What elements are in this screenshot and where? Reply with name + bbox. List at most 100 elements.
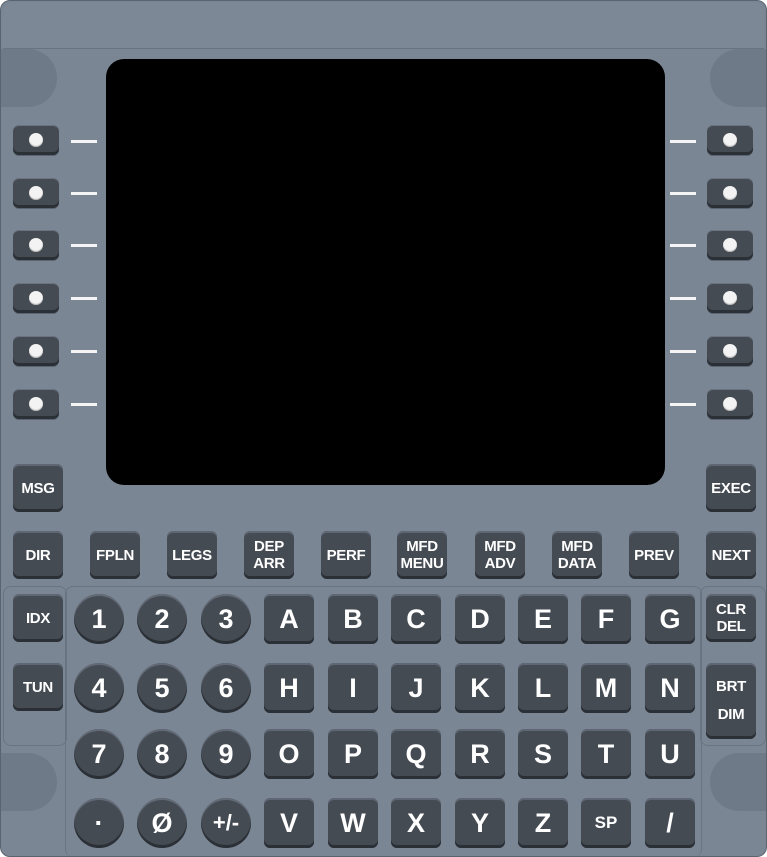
key-plus-minus[interactable]: +/- (201, 798, 251, 848)
fpln-key[interactable]: FPLN (90, 531, 140, 579)
lsk-right-5-tick (670, 350, 696, 353)
fmc-bezel: MSG EXEC DIR FPLN LEGS DEP ARR PERF MFD ME… (0, 0, 767, 857)
dir-key-label: DIR (25, 546, 51, 564)
lsk-left-1-tick (71, 140, 97, 143)
key-l[interactable]: L (518, 663, 568, 713)
lsk-left-2[interactable] (13, 178, 59, 208)
key-u[interactable]: U (645, 729, 695, 779)
lsk-right-4[interactable] (707, 283, 753, 313)
clr-del-key-label-line2: DEL (716, 618, 746, 635)
lsk-right-1[interactable] (707, 125, 753, 155)
bezel-corner-bottom-right (710, 753, 766, 811)
key-g[interactable]: G (645, 594, 695, 644)
brt-dim-key-label-line1: BRT (716, 678, 746, 695)
lsk-dot-icon (723, 133, 737, 147)
key-3[interactable]: 3 (201, 594, 251, 644)
lsk-dot-icon (29, 186, 43, 200)
lsk-right-3[interactable] (707, 230, 753, 260)
exec-key[interactable]: EXEC (706, 464, 756, 512)
lsk-left-3-tick (71, 244, 97, 247)
mfd-menu-key-label-line2: MENU (400, 555, 444, 572)
msg-key-label: MSG (21, 479, 55, 497)
key-r[interactable]: R (455, 729, 505, 779)
fpln-key-label: FPLN (96, 546, 134, 564)
msg-key[interactable]: MSG (13, 464, 63, 512)
bezel-corner-top-left (1, 49, 57, 107)
key-k[interactable]: K (455, 663, 505, 713)
key-decimal[interactable]: · (74, 798, 124, 848)
cdu-display-screen (106, 59, 665, 485)
key-zero[interactable]: Ø (137, 798, 187, 848)
key-n[interactable]: N (645, 663, 695, 713)
dep-arr-key[interactable]: DEP ARR (244, 531, 294, 579)
key-z[interactable]: Z (518, 798, 568, 848)
key-4[interactable]: 4 (74, 663, 124, 713)
lsk-right-1-tick (670, 140, 696, 143)
key-5[interactable]: 5 (137, 663, 187, 713)
tun-key-label: TUN (23, 678, 53, 696)
key-w[interactable]: W (328, 798, 378, 848)
key-c[interactable]: C (391, 594, 441, 644)
key-p[interactable]: P (328, 729, 378, 779)
lsk-dot-icon (29, 344, 43, 358)
key-v[interactable]: V (264, 798, 314, 848)
lsk-dot-icon (723, 291, 737, 305)
lsk-dot-icon (723, 186, 737, 200)
key-7[interactable]: 7 (74, 729, 124, 779)
key-x[interactable]: X (391, 798, 441, 848)
clr-del-key[interactable]: CLR DEL (706, 594, 756, 642)
key-j[interactable]: J (391, 663, 441, 713)
dir-key[interactable]: DIR (13, 531, 63, 579)
key-q[interactable]: Q (391, 729, 441, 779)
mfd-menu-key[interactable]: MFD MENU (397, 531, 447, 579)
lsk-dot-icon (29, 133, 43, 147)
key-e[interactable]: E (518, 594, 568, 644)
mfd-data-key[interactable]: MFD DATA (552, 531, 602, 579)
key-o[interactable]: O (264, 729, 314, 779)
lsk-left-4-tick (71, 297, 97, 300)
key-f[interactable]: F (581, 594, 631, 644)
brt-dim-key[interactable]: BRT DIM (706, 663, 756, 739)
lsk-left-5-tick (71, 350, 97, 353)
lsk-left-6-tick (71, 403, 97, 406)
bezel-top-strip (3, 3, 764, 49)
key-space[interactable]: SP (581, 798, 631, 848)
mfd-adv-key-label-line2: ADV (484, 555, 516, 572)
lsk-left-3[interactable] (13, 230, 59, 260)
lsk-right-5[interactable] (707, 336, 753, 366)
key-slash[interactable]: / (645, 798, 695, 848)
key-6[interactable]: 6 (201, 663, 251, 713)
key-m[interactable]: M (581, 663, 631, 713)
key-b[interactable]: B (328, 594, 378, 644)
key-8[interactable]: 8 (137, 729, 187, 779)
key-h[interactable]: H (264, 663, 314, 713)
bezel-corner-bottom-left (1, 753, 57, 811)
lsk-dot-icon (723, 238, 737, 252)
key-i[interactable]: I (328, 663, 378, 713)
lsk-left-6[interactable] (13, 389, 59, 419)
tun-key[interactable]: TUN (13, 663, 63, 711)
legs-key[interactable]: LEGS (167, 531, 217, 579)
lsk-left-1[interactable] (13, 125, 59, 155)
mfd-adv-key[interactable]: MFD ADV (475, 531, 525, 579)
perf-key[interactable]: PERF (321, 531, 371, 579)
key-t[interactable]: T (581, 729, 631, 779)
key-d[interactable]: D (455, 594, 505, 644)
prev-key[interactable]: PREV (629, 531, 679, 579)
exec-key-label: EXEC (711, 479, 751, 497)
next-key[interactable]: NEXT (706, 531, 756, 579)
lsk-left-5[interactable] (13, 336, 59, 366)
lsk-left-4[interactable] (13, 283, 59, 313)
lsk-right-2-tick (670, 192, 696, 195)
key-a[interactable]: A (264, 594, 314, 644)
key-s[interactable]: S (518, 729, 568, 779)
lsk-right-6[interactable] (707, 389, 753, 419)
dep-arr-key-label-line2: ARR (253, 555, 285, 572)
lsk-right-2[interactable] (707, 178, 753, 208)
key-1[interactable]: 1 (74, 594, 124, 644)
idx-key-label: IDX (25, 609, 51, 627)
key-y[interactable]: Y (455, 798, 505, 848)
idx-key[interactable]: IDX (13, 594, 63, 642)
key-9[interactable]: 9 (201, 729, 251, 779)
key-2[interactable]: 2 (137, 594, 187, 644)
